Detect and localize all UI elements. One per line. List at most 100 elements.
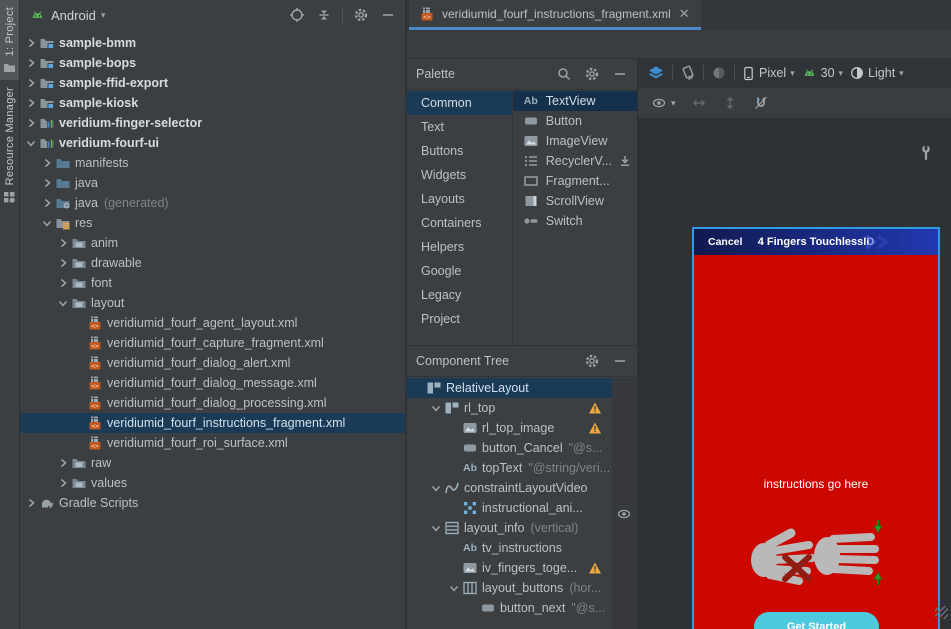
chevron-right-icon[interactable]	[24, 497, 38, 509]
horizontal-arrows-icon[interactable]	[691, 95, 707, 111]
chevron-down-icon[interactable]	[429, 482, 443, 494]
tree-row[interactable]: layout_buttons(hor...	[407, 578, 612, 598]
preview-title-text[interactable]: 4 Fingers TouchlessID	[758, 236, 875, 248]
palette-item-recycler[interactable]: RecyclerV...	[513, 151, 637, 171]
tree-row[interactable]: rl_top	[407, 398, 612, 418]
palette-category-legacy[interactable]: Legacy	[407, 283, 512, 307]
chevron-right-icon[interactable]	[24, 97, 38, 109]
tree-row[interactable]: java(generated)	[20, 193, 405, 213]
component-tree-hide-button[interactable]	[609, 350, 631, 372]
chevron-right-icon[interactable]	[24, 117, 38, 129]
palette-category-layouts[interactable]: Layouts	[407, 187, 512, 211]
visibility-eye-icon[interactable]	[616, 506, 632, 527]
tree-row[interactable]: button_next"@s...	[407, 598, 612, 618]
tree-row[interactable]: AbtopText"@string/veri...	[407, 458, 612, 478]
tree-row[interactable]: layout	[20, 293, 405, 313]
night-mode-icon[interactable]	[711, 65, 727, 81]
chevron-right-icon[interactable]	[24, 37, 38, 49]
preview-instructions-text[interactable]: instructions go here	[694, 477, 938, 491]
tree-row[interactable]: raw	[20, 453, 405, 473]
tree-row[interactable]: res	[20, 213, 405, 233]
chevron-right-icon[interactable]	[56, 477, 70, 489]
palette-category-common[interactable]: Common	[407, 91, 512, 115]
tree-row[interactable]: <>veridiumid_fourf_dialog_message.xml	[20, 373, 405, 393]
component-tree-settings-button[interactable]	[581, 350, 603, 372]
project-toolwindow-tab[interactable]: 1: Project	[0, 0, 19, 80]
chevron-down-icon[interactable]	[40, 217, 54, 229]
palette-category-helpers[interactable]: Helpers	[407, 235, 512, 259]
chevron-right-icon[interactable]	[56, 277, 70, 289]
locate-file-button[interactable]	[286, 4, 308, 26]
chevron-right-icon[interactable]	[56, 237, 70, 249]
editor-tab[interactable]: <> veridiumid_fourf_instructions_fragmen…	[409, 0, 701, 30]
palette-item-fragment[interactable]: Fragment...	[513, 171, 637, 191]
chevron-right-icon[interactable]	[40, 177, 54, 189]
palette-category-text[interactable]: Text	[407, 115, 512, 139]
device-preview-frame[interactable]: Cancel 4 Fingers TouchlessID instruction…	[692, 227, 940, 629]
palette-search-button[interactable]	[553, 63, 575, 85]
tree-row[interactable]: manifests	[20, 153, 405, 173]
preview-get-started-button[interactable]: Get Started	[754, 612, 879, 629]
palette-category-project[interactable]: Project	[407, 307, 512, 331]
autoconnect-off-icon[interactable]	[753, 95, 769, 111]
tree-row[interactable]: <>veridiumid_fourf_roi_surface.xml	[20, 433, 405, 453]
design-canvas[interactable]: Cancel 4 Fingers TouchlessID instruction…	[638, 118, 951, 629]
tree-row[interactable]: sample-kiosk	[20, 93, 405, 113]
device-selector[interactable]: Pixel ▾	[742, 66, 795, 81]
palette-category-buttons[interactable]: Buttons	[407, 139, 512, 163]
tree-row[interactable]: <>veridiumid_fourf_instructions_fragment…	[20, 413, 405, 433]
chevron-down-icon[interactable]	[429, 402, 443, 414]
api-selector[interactable]: 30 ▾	[802, 66, 843, 81]
tree-row[interactable]: Gradle Scripts	[20, 493, 405, 513]
tree-row[interactable]: sample-bops	[20, 53, 405, 73]
tree-row[interactable]: layout_info(vertical)	[407, 518, 612, 538]
tree-row[interactable]: constraintLayoutVideo	[407, 478, 612, 498]
chevron-down-icon[interactable]	[56, 297, 70, 309]
chevron-down-icon[interactable]: ▾	[101, 10, 106, 21]
chevron-right-icon[interactable]	[24, 57, 38, 69]
tree-row[interactable]: values	[20, 473, 405, 493]
tree-row[interactable]: <>veridiumid_fourf_dialog_alert.xml	[20, 353, 405, 373]
tree-row[interactable]: drawable	[20, 253, 405, 273]
tree-row[interactable]: RelativeLayout	[407, 378, 612, 398]
theme-selector[interactable]: Light ▾	[850, 66, 904, 80]
canvas-resize-handle[interactable]	[935, 606, 948, 619]
tree-row[interactable]: anim	[20, 233, 405, 253]
palette-item-switch[interactable]: Switch	[513, 211, 637, 231]
tree-row[interactable]: iv_fingers_toge...	[407, 558, 612, 578]
download-icon[interactable]	[618, 154, 632, 168]
preview-cancel-button[interactable]: Cancel	[708, 236, 742, 248]
palette-item-textview[interactable]: AbTextView	[513, 91, 637, 111]
tree-row[interactable]: <>veridiumid_fourf_agent_layout.xml	[20, 313, 405, 333]
view-options-button[interactable]: ▾	[651, 95, 676, 111]
tree-row[interactable]: veridium-finger-selector	[20, 113, 405, 133]
orientation-icon[interactable]	[680, 65, 696, 81]
palette-item-scrollview[interactable]: ScrollView	[513, 191, 637, 211]
tree-row[interactable]: rl_top_image	[407, 418, 612, 438]
tree-row[interactable]: font	[20, 273, 405, 293]
palette-item-button[interactable]: Button	[513, 111, 637, 131]
chevron-down-icon[interactable]	[24, 137, 38, 149]
tree-row[interactable]: instructional_ani...	[407, 498, 612, 518]
collapse-all-button[interactable]	[313, 4, 335, 26]
palette-settings-button[interactable]	[581, 63, 603, 85]
tree-row[interactable]: <>veridiumid_fourf_dialog_processing.xml	[20, 393, 405, 413]
palette-category-widgets[interactable]: Widgets	[407, 163, 512, 187]
vertical-arrows-icon[interactable]	[722, 95, 738, 111]
chevron-right-icon[interactable]	[24, 77, 38, 89]
hands-illustration[interactable]	[747, 519, 887, 592]
tree-row[interactable]: <>veridiumid_fourf_capture_fragment.xml	[20, 333, 405, 353]
tree-row[interactable]: sample-ffid-export	[20, 73, 405, 93]
chevron-right-icon[interactable]	[40, 157, 54, 169]
palette-category-google[interactable]: Google	[407, 259, 512, 283]
chevron-down-icon[interactable]	[447, 582, 461, 594]
close-tab-icon[interactable]: ✕	[677, 6, 692, 21]
hide-panel-button[interactable]	[377, 4, 399, 26]
resource-manager-tab[interactable]: Resource Manager	[0, 80, 19, 209]
tree-row[interactable]: button_Cancel"@s...	[407, 438, 612, 458]
chevron-down-icon[interactable]	[429, 522, 443, 534]
chevron-right-icon[interactable]	[56, 457, 70, 469]
palette-hide-button[interactable]	[609, 63, 631, 85]
tree-row[interactable]: java	[20, 173, 405, 193]
chevron-right-icon[interactable]	[40, 197, 54, 209]
